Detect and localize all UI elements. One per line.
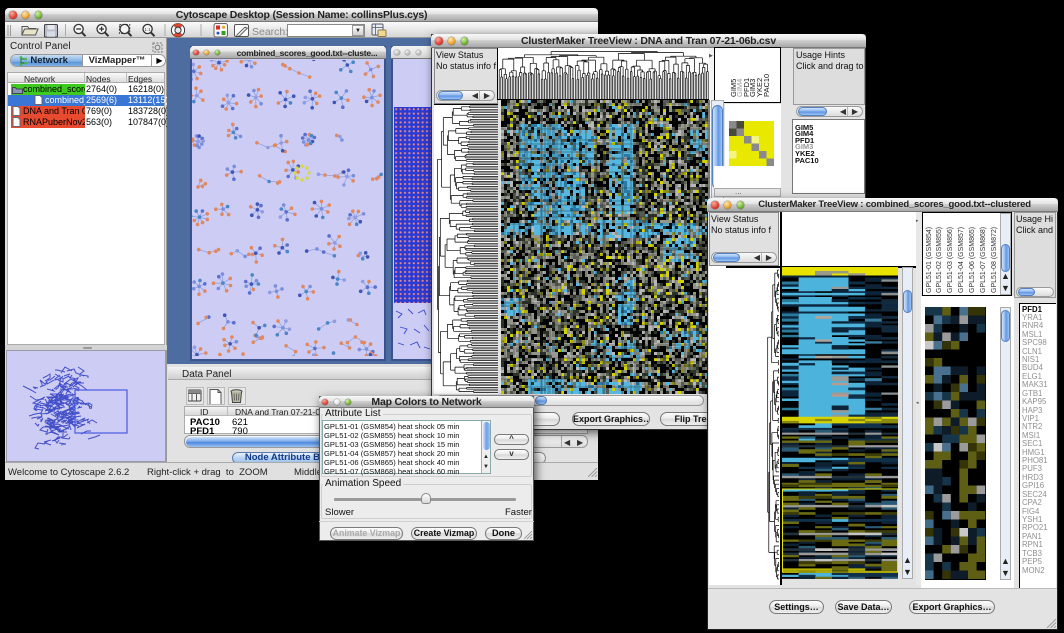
svg-text:1:1: 1:1 <box>145 27 152 32</box>
